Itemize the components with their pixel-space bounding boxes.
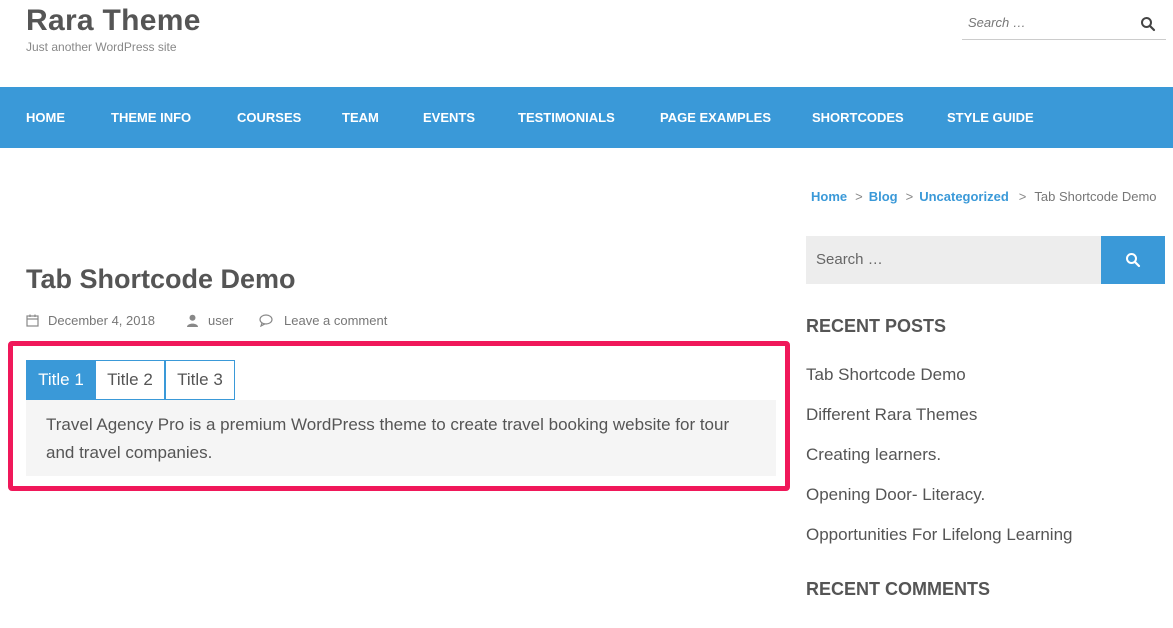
site-tagline: Just another WordPress site <box>26 40 177 54</box>
breadcrumb-blog[interactable]: Blog <box>869 189 898 204</box>
post-date-text[interactable]: December 4, 2018 <box>48 313 155 328</box>
recent-post-link[interactable]: Creating learners. <box>806 445 941 465</box>
header-search-input[interactable]: Search … <box>968 15 1026 30</box>
tab-title-1[interactable]: Title 1 <box>26 360 96 400</box>
breadcrumb: Home > Blog > Uncategorized > Tab Shortcode De… <box>811 189 1157 204</box>
breadcrumb-separator: > <box>855 189 863 204</box>
search-icon <box>1126 253 1141 268</box>
user-icon <box>187 314 198 327</box>
recent-post-link[interactable]: Tab Shortcode Demo <box>806 365 966 385</box>
nav-item-testimonials[interactable]: TESTIMONIALS <box>518 87 615 148</box>
comment-icon <box>259 314 273 327</box>
sidebar-search-input[interactable]: Search … <box>806 236 1101 284</box>
post-comments-text[interactable]: Leave a comment <box>284 313 387 328</box>
search-icon[interactable] <box>1140 16 1156 32</box>
nav-item-shortcodes[interactable]: SHORTCODES <box>812 87 904 148</box>
main-navigation: HOME THEME INFO COURSES TEAM EVENTS TEST… <box>0 87 1173 148</box>
tab-title-3[interactable]: Title 3 <box>165 360 235 400</box>
nav-item-courses[interactable]: COURSES <box>237 87 301 148</box>
breadcrumb-category[interactable]: Uncategorized <box>919 189 1009 204</box>
sidebar-search-button[interactable] <box>1101 236 1165 284</box>
nav-item-events[interactable]: EVENTS <box>423 87 475 148</box>
recent-post-link[interactable]: Different Rara Themes <box>806 405 977 425</box>
nav-item-home[interactable]: HOME <box>26 87 65 148</box>
page-title: Tab Shortcode Demo <box>26 264 296 294</box>
recent-post-link[interactable]: Opportunities For Lifelong Learning <box>806 525 1073 545</box>
nav-item-theme-info[interactable]: THEME INFO <box>111 87 191 148</box>
nav-item-style-guide[interactable]: STYLE GUIDE <box>947 87 1034 148</box>
breadcrumb-separator: > <box>905 189 914 204</box>
site-title[interactable]: Rara Theme <box>26 4 201 38</box>
post-author-text[interactable]: user <box>208 313 233 328</box>
breadcrumb-home[interactable]: Home <box>811 189 847 204</box>
sidebar-search-placeholder: Search … <box>816 251 883 268</box>
sidebar-search: Search … <box>806 236 1165 284</box>
breadcrumb-separator: > <box>1018 189 1027 204</box>
tab-panel: Travel Agency Pro is a premium WordPress… <box>26 400 776 476</box>
breadcrumb-current: Tab Shortcode Demo <box>1034 189 1157 204</box>
recent-post-link[interactable]: Opening Door- Literacy. <box>806 485 985 505</box>
calendar-icon <box>26 314 39 327</box>
nav-item-team[interactable]: TEAM <box>342 87 379 148</box>
recent-comments-title: RECENT COMMENTS <box>806 579 990 599</box>
nav-item-page-examples[interactable]: PAGE EXAMPLES <box>660 87 771 148</box>
recent-posts-title: RECENT POSTS <box>806 316 947 336</box>
tab-title-2[interactable]: Title 2 <box>95 360 165 400</box>
header-search[interactable]: Search … <box>962 8 1166 40</box>
